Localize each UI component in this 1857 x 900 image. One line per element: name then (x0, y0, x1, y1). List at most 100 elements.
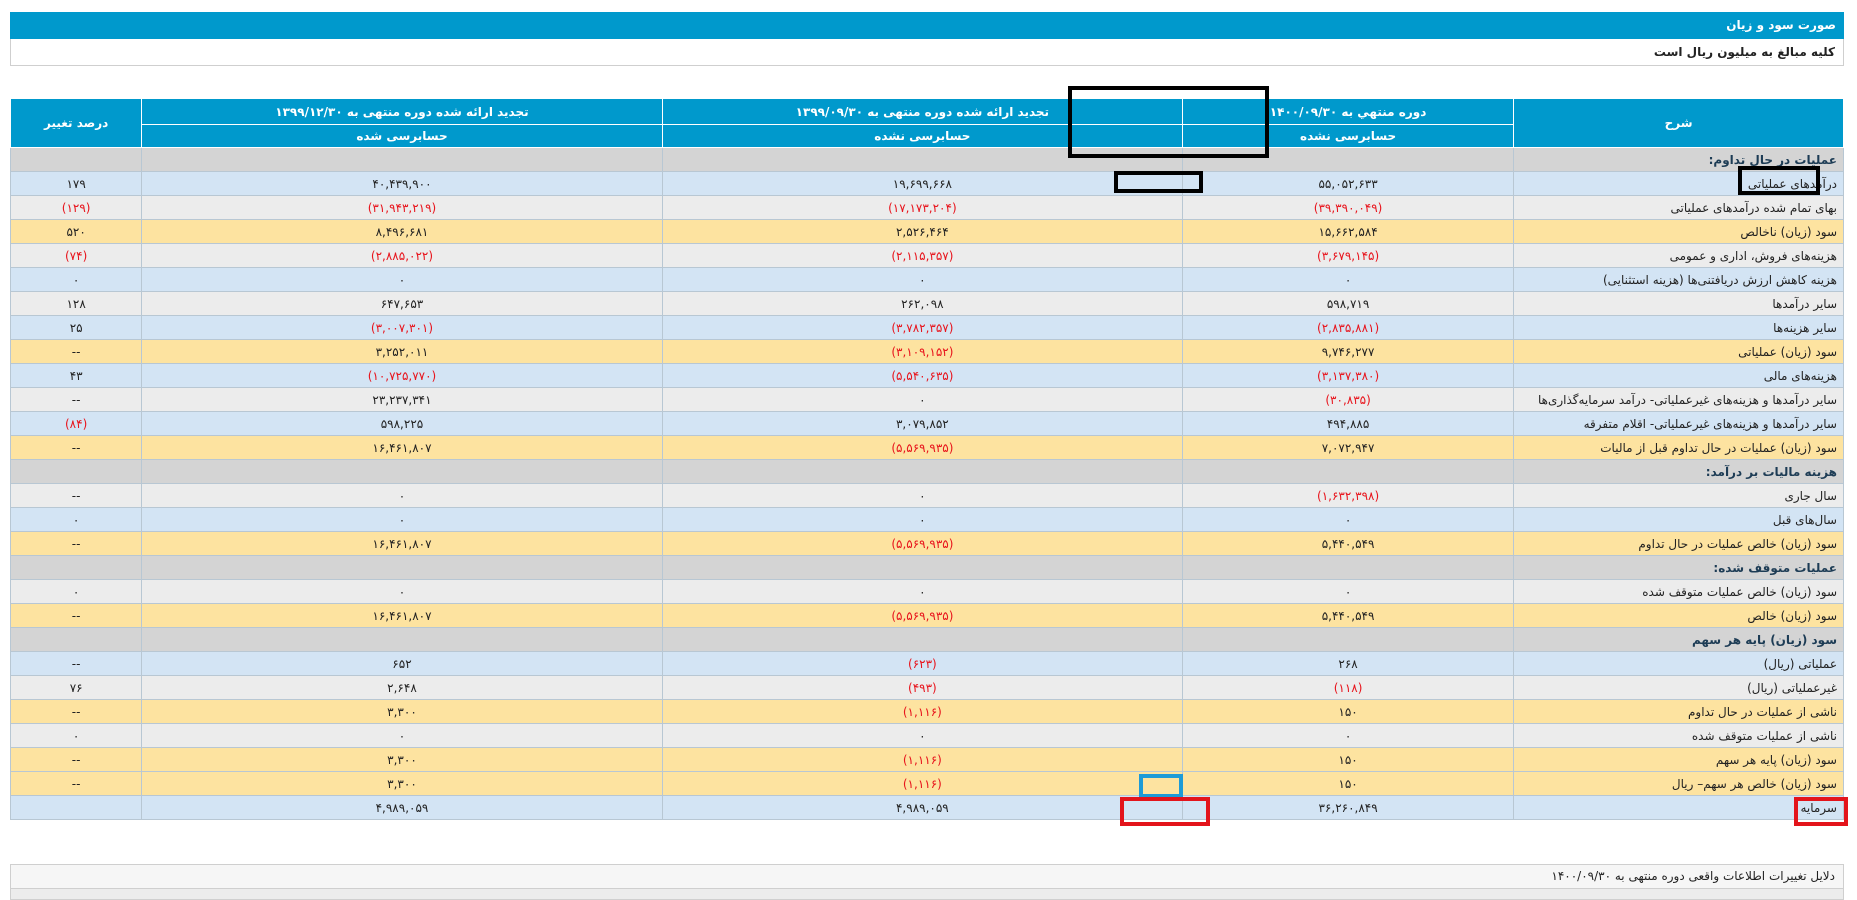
section-title: سود (زیان) پایه هر سهم (1513, 627, 1844, 652)
value-pct-change: ۰ (9, 507, 143, 532)
row-description: سرمایه (1513, 795, 1844, 820)
table-row: سود (زیان) ناخالص ۱۵,۶۶۲,۵۸۴ ۲,۵۲۶,۴۶۴ ۸,۴۹… (9, 219, 1844, 244)
section-title: عملیات در حال تداوم: (1513, 147, 1844, 172)
table-row: سایر درآمدها و هزینه‌های غیرعملیاتی- اقل… (9, 411, 1844, 436)
section-title: عملیات متوقف شده: (1513, 555, 1844, 580)
value-period-1400: (۱,۶۳۲,۳۹۸) (1182, 483, 1515, 508)
value-period-1399-12: ۵۹۸,۲۲۵ (141, 411, 663, 436)
value-period-1399-09: (۵,۵۴۰,۶۳۵) (661, 363, 1184, 388)
value-period-1399-09: ۰ (661, 723, 1184, 748)
value-period-1400: (۲,۸۳۵,۸۸۱) (1182, 315, 1515, 340)
col-status-period-1399-12: حسابرسی شده (141, 124, 663, 148)
value-period-1399-09: (۴۹۳) (661, 675, 1184, 700)
row-description: سال‌های قبل (1513, 507, 1844, 532)
value-period-1399-12: (۳۱,۹۴۳,۲۱۹) (141, 195, 663, 220)
section-row: عملیات در حال تداوم: (9, 147, 1844, 172)
section-empty-cell (1182, 459, 1515, 484)
value-period-1399-09: (۳,۷۸۲,۳۵۷) (661, 315, 1184, 340)
value-pct-change: -- (9, 699, 143, 724)
value-pct-change: (۱۲۹) (9, 195, 143, 220)
table-row: غیرعملیاتی (ریال) (۱۱۸) (۴۹۳) ۲,۶۴۸ ۷۶ (9, 675, 1844, 700)
table-row: ناشی از عملیات متوقف شده ۰ ۰ ۰ ۰ (9, 723, 1844, 748)
value-period-1399-09: (۱۷,۱۷۳,۲۰۴) (661, 195, 1184, 220)
section-empty-cell (1182, 147, 1515, 172)
value-period-1400: ۱۵۰ (1182, 771, 1515, 796)
table-row: بهای تمام شده درآمدهای عملیاتی (۳۹,۳۹۰,۰۴… (9, 195, 1844, 220)
row-description: هزینه کاهش ارزش دریافتنی‌ها (هزینه استثن… (1513, 267, 1844, 292)
value-period-1399-09: ۰ (661, 483, 1184, 508)
row-description: غیرعملیاتی (ریال) (1513, 675, 1844, 700)
section-row: عملیات متوقف شده: (9, 555, 1844, 580)
value-pct-change: -- (9, 771, 143, 796)
value-period-1399-09: (۵,۵۶۹,۹۳۵) (661, 603, 1184, 628)
value-period-1400: (۱۱۸) (1182, 675, 1515, 700)
table-row: هزینه‌های مالی (۳,۱۳۷,۳۸۰) (۵,۵۴۰,۶۳۵) (۱۰,… (9, 363, 1844, 388)
row-description: عملیاتی (ریال) (1513, 651, 1844, 676)
value-pct-change: ۵۲۰ (9, 219, 143, 244)
value-period-1399-09: ۰ (661, 507, 1184, 532)
value-period-1400: ۵,۴۴۰,۵۴۹ (1182, 603, 1515, 628)
value-pct-change: -- (9, 387, 143, 412)
section-empty-cell (661, 627, 1184, 652)
value-pct-change: ۱۲۸ (9, 291, 143, 316)
value-period-1399-12: ۶۴۷,۶۵۳ (141, 291, 663, 316)
table-row: هزینه‌های فروش، اداری و عمومی (۳,۶۷۹,۱۴۵)… (9, 243, 1844, 268)
table-row: سود (زیان) خالص هر سهم– ریال ۱۵۰ (۱,۱۱۶) ۳,… (9, 771, 1844, 796)
value-period-1400: (۳۹,۳۹۰,۰۴۹) (1182, 195, 1515, 220)
row-description: سایر هزینه‌ها (1513, 315, 1844, 340)
value-period-1399-12: ۱۶,۴۶۱,۸۰۷ (141, 531, 663, 556)
value-period-1399-12: ۱۶,۴۶۱,۸۰۷ (141, 435, 663, 460)
section-empty-cell (9, 555, 143, 580)
table-row: سود (زیان) عملیاتی ۹,۷۴۶,۲۷۷ (۳,۱۰۹,۱۵۲) ۳,… (9, 339, 1844, 364)
value-period-1400: ۵,۴۴۰,۵۴۹ (1182, 531, 1515, 556)
row-description: ناشی از عملیات در حال تداوم (1513, 699, 1844, 724)
value-period-1399-09: (۱,۱۱۶) (661, 747, 1184, 772)
value-pct-change: ۰ (9, 267, 143, 292)
value-period-1399-09: ۰ (661, 387, 1184, 412)
section-empty-cell (9, 147, 143, 172)
row-description: هزینه‌های فروش، اداری و عمومی (1513, 243, 1844, 268)
footer-section: دلایل تغییرات اطلاعات واقعی دوره منتهی ب… (10, 864, 1844, 900)
value-pct-change: ۱۷۹ (9, 171, 143, 196)
value-pct-change: -- (9, 603, 143, 628)
section-empty-cell (9, 459, 143, 484)
table-row: ناشی از عملیات در حال تداوم ۱۵۰ (۱,۱۱۶) ۳,۳… (9, 699, 1844, 724)
value-period-1399-09: ۳,۰۷۹,۸۵۲ (661, 411, 1184, 436)
table-row: سایر هزینه‌ها (۲,۸۳۵,۸۸۱) (۳,۷۸۲,۳۵۷) (۳,۰۰… (9, 315, 1844, 340)
table-row: سود (زیان) خالص عملیات در حال تداوم ۵,۴۴۰… (9, 531, 1844, 556)
value-period-1400: ۲۶۸ (1182, 651, 1515, 676)
section-empty-cell (661, 459, 1184, 484)
table-row: هزینه کاهش ارزش دریافتنی‌ها (هزینه استثن… (9, 267, 1844, 292)
value-period-1400: (۳۰,۸۳۵) (1182, 387, 1515, 412)
value-period-1400: ۹,۷۴۶,۲۷۷ (1182, 339, 1515, 364)
section-empty-cell (1182, 555, 1515, 580)
table-row: سایر درآمدها ۵۹۸,۷۱۹ ۲۶۲,۰۹۸ ۶۴۷,۶۵۳ ۱۲۸ (9, 291, 1844, 316)
col-header-period-1399-09: تجدید ارائه شده دوره منتهی به ۱۳۹۹/۰۹/۳۰ (661, 98, 1184, 125)
col-header-pct: درصد تغییر (9, 98, 143, 148)
value-period-1400: (۳,۱۳۷,۳۸۰) (1182, 363, 1515, 388)
col-header-period-1399-12: تجدید ارائه شده دوره منتهی به ۱۳۹۹/۱۲/۳۰ (141, 98, 663, 125)
value-period-1399-09: (۱,۱۱۶) (661, 771, 1184, 796)
value-period-1399-09: (۱,۱۱۶) (661, 699, 1184, 724)
value-period-1399-12: ۸,۴۹۶,۶۸۱ (141, 219, 663, 244)
value-period-1400: ۰ (1182, 507, 1515, 532)
value-pct-change: ۴۳ (9, 363, 143, 388)
row-description: سایر درآمدها و هزینه‌های غیرعملیاتی- اقل… (1513, 411, 1844, 436)
table-row: سال‌های قبل ۰ ۰ ۰ ۰ (9, 507, 1844, 532)
value-pct-change: -- (9, 339, 143, 364)
value-period-1400: ۴۹۴,۸۸۵ (1182, 411, 1515, 436)
value-period-1400: ۰ (1182, 579, 1515, 604)
value-pct-change: -- (9, 483, 143, 508)
value-period-1400: ۱۵۰ (1182, 699, 1515, 724)
row-description: سایر درآمدها (1513, 291, 1844, 316)
section-empty-cell (141, 459, 663, 484)
value-period-1399-09: ۱۹,۶۹۹,۶۶۸ (661, 171, 1184, 196)
row-description: سایر درآمدها و هزینه‌های غیرعملیاتی- درآ… (1513, 387, 1844, 412)
value-period-1399-12: ۰ (141, 507, 663, 532)
value-pct-change: -- (9, 435, 143, 460)
section-empty-cell (661, 555, 1184, 580)
row-description: بهای تمام شده درآمدهای عملیاتی (1513, 195, 1844, 220)
report-title: صورت سود و زیان (10, 12, 1844, 39)
value-period-1399-09: (۵,۵۶۹,۹۳۵) (661, 435, 1184, 460)
value-period-1400: ۵۹۸,۷۱۹ (1182, 291, 1515, 316)
